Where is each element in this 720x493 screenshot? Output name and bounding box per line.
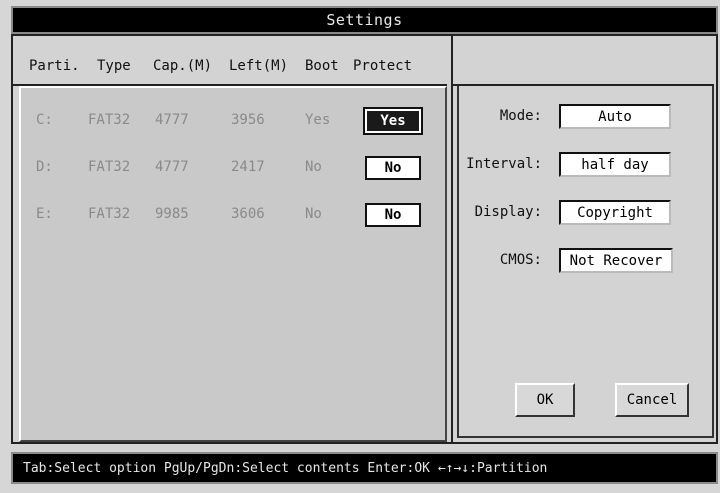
options-panel: Mode: Auto Interval: half day Display: C… (451, 86, 714, 442)
partition-list: C: FAT32 4777 3956 Yes Yes D: FAT32 4777… (19, 86, 447, 442)
title-bar: Settings (11, 6, 718, 34)
row-c-left: 3956 (231, 112, 265, 128)
options-inner: Mode: Auto Interval: half day Display: C… (457, 86, 714, 438)
header-boot: Boot (305, 58, 339, 74)
row-c-protect-toggle[interactable]: Yes (363, 107, 423, 135)
row-c-capacity: 4777 (155, 112, 189, 128)
interval-label: Interval: (466, 156, 542, 172)
header-type: Type (97, 58, 131, 74)
interval-field[interactable]: half day (559, 152, 671, 177)
cmos-field[interactable]: Not Recover (559, 248, 673, 273)
row-e-capacity: 9985 (155, 206, 189, 222)
row-d-protect-toggle[interactable]: No (365, 156, 421, 180)
row-d-type: FAT32 (88, 159, 131, 175)
window-title: Settings (326, 11, 403, 29)
cmos-label: CMOS: (499, 252, 542, 268)
options-header (451, 36, 714, 86)
partition-table-header: Parti. Type Cap.(M) Left(M) Boot Protect (13, 36, 447, 86)
settings-dialog: Parti. Type Cap.(M) Left(M) Boot Protect… (11, 34, 718, 444)
row-e-left: 3606 (231, 206, 265, 222)
display-field[interactable]: Copyright (559, 200, 671, 225)
row-c-partition: C: (36, 112, 53, 128)
row-d-left: 2417 (231, 159, 265, 175)
row-c-type: FAT32 (88, 112, 131, 128)
mode-label: Mode: (499, 108, 542, 124)
display-label: Display: (474, 204, 542, 220)
row-e-type: FAT32 (88, 206, 131, 222)
header-partition: Parti. (29, 58, 80, 74)
mode-field[interactable]: Auto (559, 104, 671, 129)
row-e-protect-toggle[interactable]: No (365, 203, 421, 227)
status-bar: Tab:Select option PgUp/PgDn:Select conte… (11, 452, 718, 484)
row-d-boot: No (305, 159, 322, 175)
header-protect: Protect (353, 58, 413, 74)
row-d-partition: D: (36, 159, 53, 175)
ok-button[interactable]: OK (515, 383, 575, 417)
row-c-boot: Yes (305, 112, 331, 128)
header-left: Left(M) (229, 58, 289, 74)
header-capacity: Cap.(M) (153, 58, 213, 74)
cancel-button[interactable]: Cancel (615, 383, 689, 417)
status-help-text: Tab:Select option PgUp/PgDn:Select conte… (23, 460, 548, 476)
row-e-boot: No (305, 206, 322, 222)
row-e-partition: E: (36, 206, 53, 222)
row-d-capacity: 4777 (155, 159, 189, 175)
